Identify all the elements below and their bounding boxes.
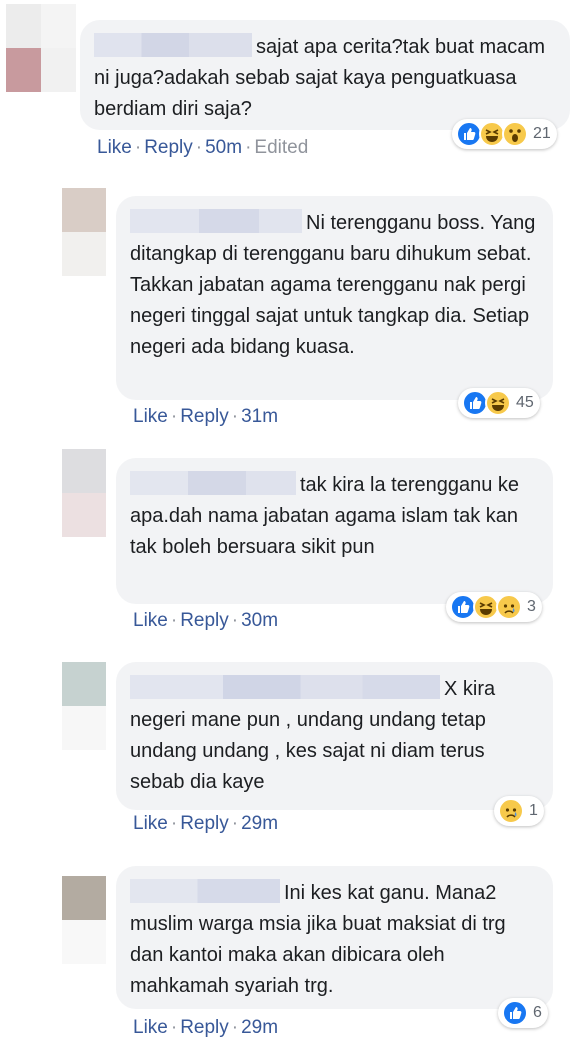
author-name-redacted[interactable] — [130, 209, 302, 233]
like-reaction-icon — [502, 1000, 528, 1026]
author-name-redacted[interactable] — [130, 471, 296, 495]
separator: · — [245, 137, 252, 158]
comment-bubble: tak kira la terengganu ke apa.dah nama j… — [116, 458, 553, 604]
author-name-redacted[interactable] — [94, 33, 252, 57]
avatar[interactable] — [62, 188, 106, 276]
separator: · — [170, 813, 178, 834]
avatar[interactable] — [62, 662, 106, 750]
like-link[interactable]: Like — [133, 610, 168, 631]
timestamp-link[interactable]: 30m — [241, 610, 278, 631]
separator: · — [231, 1017, 239, 1038]
avatar[interactable] — [62, 876, 106, 964]
reaction-summary[interactable]: 21 — [452, 119, 557, 149]
sad-reaction-icon — [498, 798, 524, 824]
separator: · — [195, 137, 203, 158]
reaction-summary[interactable]: 45 — [458, 388, 540, 418]
separator: · — [134, 137, 142, 158]
reaction-summary[interactable]: 6 — [498, 998, 548, 1028]
timestamp-link[interactable]: 31m — [241, 406, 278, 427]
separator: · — [170, 610, 178, 631]
reaction-count: 45 — [516, 394, 534, 411]
comment-text: Ni terengganu boss. Yang ditangkap di te… — [130, 212, 536, 358]
timestamp-link[interactable]: 50m — [205, 137, 242, 158]
reaction-count: 3 — [527, 598, 536, 615]
sad-reaction-icon — [496, 594, 522, 620]
comment-actions: Like · Reply · 31m — [133, 406, 278, 428]
like-link[interactable]: Like — [133, 406, 168, 427]
author-name-redacted[interactable] — [130, 675, 440, 699]
haha-reaction-icon — [485, 390, 511, 416]
edited-label: Edited — [254, 137, 309, 158]
like-link[interactable]: Like — [97, 137, 132, 158]
comment-actions: Like · Reply · 50m · Edited — [97, 137, 308, 159]
reply-link[interactable]: Reply — [180, 813, 229, 834]
timestamp-link[interactable]: 29m — [241, 1017, 278, 1038]
wow-reaction-icon — [502, 121, 528, 147]
comment-bubble: Ini kes kat ganu. Mana2 muslim warga msi… — [116, 866, 553, 1009]
separator: · — [231, 406, 239, 427]
reaction-summary[interactable]: 3 — [446, 592, 542, 622]
comment-bubble: Ni terengganu boss. Yang ditangkap di te… — [116, 196, 553, 400]
avatar[interactable] — [62, 449, 106, 537]
separator: · — [170, 406, 178, 427]
avatar[interactable] — [6, 4, 76, 92]
reply-link[interactable]: Reply — [180, 1017, 229, 1038]
reply-link[interactable]: Reply — [180, 610, 229, 631]
reaction-count: 6 — [533, 1004, 542, 1021]
separator: · — [231, 610, 239, 631]
reaction-summary[interactable]: 1 — [494, 796, 544, 826]
comment-actions: Like · Reply · 30m — [133, 610, 278, 632]
comment-actions: Like · Reply · 29m — [133, 813, 278, 835]
reply-link[interactable]: Reply — [144, 137, 193, 158]
reaction-count: 21 — [533, 125, 551, 142]
like-link[interactable]: Like — [133, 813, 168, 834]
reaction-count: 1 — [529, 802, 538, 819]
comment-bubble: X kira negeri mane pun , undang undang t… — [116, 662, 553, 810]
separator: · — [231, 813, 239, 834]
author-name-redacted[interactable] — [130, 879, 280, 903]
like-link[interactable]: Like — [133, 1017, 168, 1038]
separator: · — [170, 1017, 178, 1038]
comment-bubble: sajat apa cerita?tak buat macam ni juga?… — [80, 20, 570, 130]
timestamp-link[interactable]: 29m — [241, 813, 278, 834]
reply-link[interactable]: Reply — [180, 406, 229, 427]
comment-actions: Like · Reply · 29m — [133, 1017, 278, 1039]
